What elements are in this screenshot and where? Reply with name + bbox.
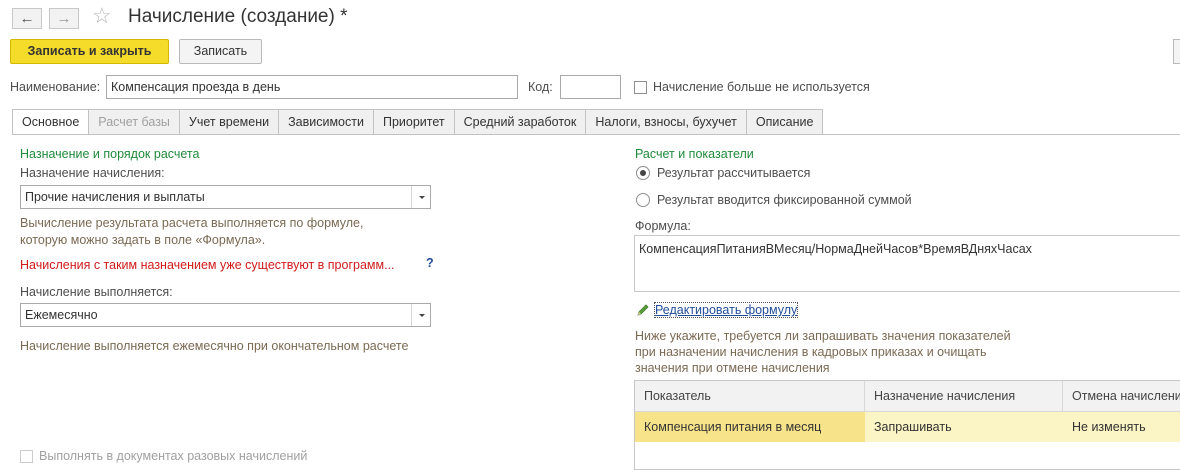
tab-dependencies[interactable]: Зависимости [279,109,374,135]
help-question-icon[interactable]: ? [426,256,434,270]
purpose-select[interactable]: Прочие начисления и выплаты [20,185,431,209]
one-time-label: Выполнять в документах разовых начислени… [39,449,308,463]
edit-formula-link[interactable]: Редактировать формулу [653,302,799,318]
name-input[interactable]: Компенсация проезда в день [106,75,518,99]
calculation-section-title: Расчет и показатели [635,147,754,161]
tab-bar: Основное Расчет базы Учет времени Зависи… [12,109,824,135]
save-button[interactable]: Записать [179,39,262,64]
tab-base-calculation[interactable]: Расчет базы [89,109,180,135]
column-header-indicator[interactable]: Показатель [635,381,865,412]
column-header-purpose[interactable]: Назначение начисления [865,381,1063,412]
one-time-checkbox[interactable] [20,450,33,463]
name-label: Наименование: [10,80,101,94]
favorite-star-icon[interactable]: ☆ [92,3,112,29]
purpose-hint-line-1: Вычисление результата расчета выполняетс… [20,216,364,230]
formula-field[interactable]: КомпенсацияПитанияВМесяц/НормаДнейЧасов*… [634,235,1180,292]
formula-label: Формула: [635,219,691,233]
page-title: Начисление (создание) * [128,6,348,27]
chevron-down-icon[interactable] [411,304,430,326]
tab-divider [12,134,1180,135]
purpose-hint-line-2: которую можно задать в поле «Формула». [20,233,266,247]
purpose-select-value: Прочие начисления и выплаты [25,190,205,204]
unused-checkbox[interactable] [634,81,647,94]
purpose-section-title: Назначение и порядок расчета [20,147,200,161]
forward-button[interactable]: → [49,8,79,29]
table-cell-purpose[interactable]: Запрашивать [865,412,1063,442]
tab-description[interactable]: Описание [746,109,824,135]
more-menu-button[interactable] [1173,39,1180,64]
tab-time-accounting[interactable]: Учет времени [179,109,280,135]
chevron-down-icon[interactable] [411,186,430,208]
info-line-2: при назначении начисления в кадровых при… [635,345,987,359]
table-cell-indicator[interactable]: Компенсация питания в месяц [635,412,865,442]
table-row[interactable]: Компенсация питания в месяц Запрашивать … [635,412,1180,442]
execution-select-value: Ежемесячно [25,308,98,322]
indicators-table: Показатель Назначение начисления Отмена … [634,380,1180,470]
radio-calculated[interactable] [636,166,650,180]
radio-fixed-label: Результат вводится фиксированной суммой [657,193,912,207]
purpose-label: Назначение начисления: [20,166,165,180]
info-line-3: значения при отмене начисления [635,361,830,375]
execution-hint: Начисление выполняется ежемесячно при ок… [20,339,409,353]
tab-main[interactable]: Основное [12,109,90,135]
pencil-icon[interactable] [636,303,650,317]
tab-priority[interactable]: Приоритет [373,109,455,135]
table-header: Показатель Назначение начисления Отмена … [635,381,1180,412]
code-label: Код: [528,80,553,94]
radio-fixed[interactable] [636,193,650,207]
duplicate-warning: Начисления с таким назначением уже сущес… [20,258,395,272]
forward-arrow-icon: → [56,10,72,27]
unused-label: Начисление больше не используется [653,80,870,94]
column-header-cancel[interactable]: Отмена начисления [1063,381,1180,412]
table-cell-cancel[interactable]: Не изменять [1063,412,1180,442]
tab-average-earnings[interactable]: Средний заработок [454,109,587,135]
code-input[interactable] [560,75,621,99]
execution-label: Начисление выполняется: [20,285,173,299]
info-line-1: Ниже укажите, требуется ли запрашивать з… [635,329,1011,343]
execution-select[interactable]: Ежемесячно [20,303,431,327]
save-and-close-button[interactable]: Записать и закрыть [10,39,169,64]
radio-calculated-label: Результат рассчитывается [657,166,811,180]
back-arrow-icon: ← [19,10,35,27]
tab-taxes[interactable]: Налоги, взносы, бухучет [586,109,747,135]
back-button[interactable]: ← [12,8,42,29]
